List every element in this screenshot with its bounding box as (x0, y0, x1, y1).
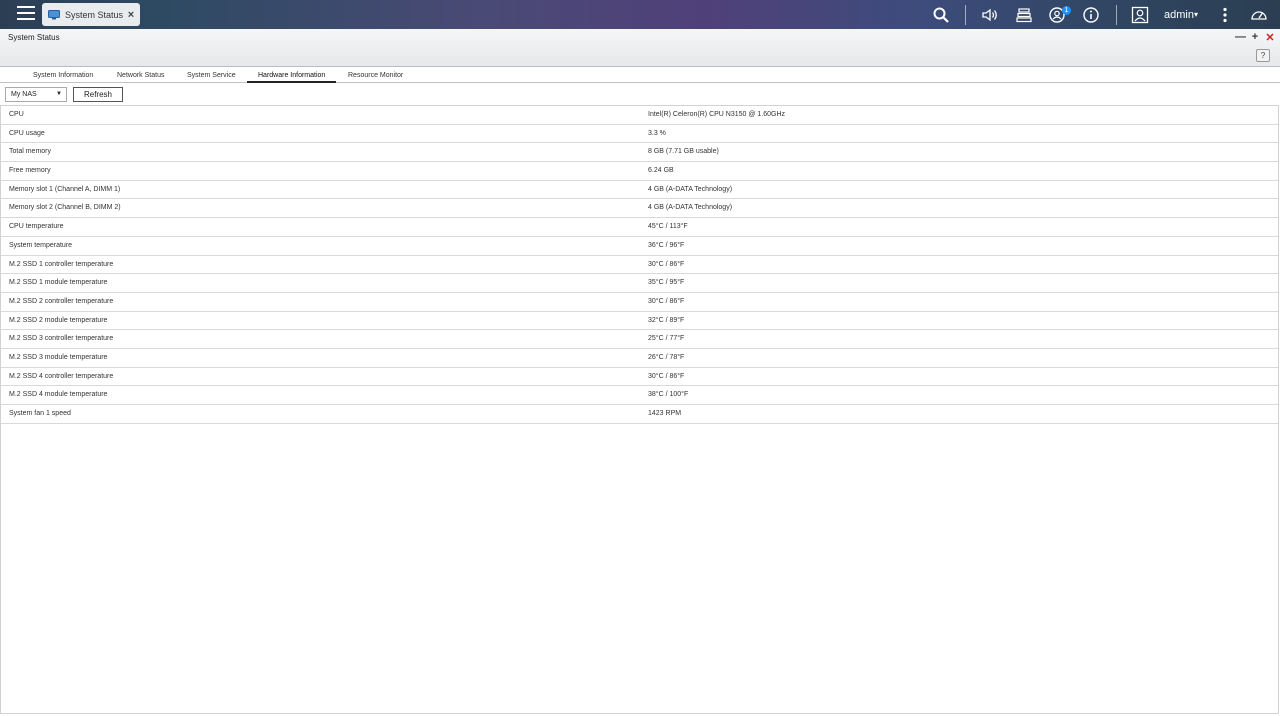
row-label: M.2 SSD 1 controller temperature (9, 260, 114, 268)
user-name[interactable]: admin (1164, 9, 1194, 21)
table-row: System temperature 36°C / 96°F (1, 237, 1278, 256)
row-label: System fan 1 speed (9, 410, 71, 417)
row-value: Intel(R) Celeron(R) CPU N3150 @ 1.60GHz (648, 111, 786, 118)
row-label: System temperature (9, 241, 73, 249)
app-tab-system-status[interactable]: System Status × (42, 3, 140, 26)
top-bar: System Status × 1 admin ▾ (0, 0, 1280, 29)
table-row: CPU usage 3.3 % (1, 125, 1278, 144)
row-label: M.2 SSD 3 module temperature (9, 353, 108, 361)
app-tab-close-button[interactable]: × (125, 9, 137, 21)
help-button[interactable]: ? (1256, 49, 1270, 62)
row-value: 30°C / 86°F (648, 372, 685, 380)
row-label: Free memory (9, 167, 51, 175)
minimize-button[interactable]: — (1235, 31, 1246, 43)
table-row: Memory slot 1 (Channel A, DIMM 1) 4 GB (A… (1, 181, 1278, 200)
row-label: CPU (9, 111, 24, 118)
maximize-button[interactable]: + (1250, 31, 1260, 43)
window-title-bar: System Status — + ✕ ? (0, 29, 1280, 67)
row-value: 4 GB (A-DATA Technology) (648, 185, 733, 193)
main-menu-button[interactable] (17, 6, 35, 22)
user-menu-caret-icon[interactable]: ▾ (1194, 10, 1198, 19)
monitor-icon (48, 9, 60, 19)
row-label: M.2 SSD 1 module temperature (9, 279, 108, 287)
nas-select-dropdown[interactable]: My NAS ▼ (5, 87, 67, 102)
row-label: Memory slot 1 (Channel A, DIMM 1) (9, 185, 121, 193)
table-row: M.2 SSD 2 module temperature 32°C / 89°F (1, 312, 1278, 331)
row-value: 3.3 % (648, 129, 666, 137)
row-label: Memory slot 2 (Channel B, DIMM 2) (9, 204, 121, 212)
close-window-button[interactable]: ✕ (1265, 31, 1275, 44)
row-value: 30°C / 86°F (648, 297, 685, 305)
row-value: 25°C / 77°F (648, 335, 685, 343)
table-row: M.2 SSD 4 controller temperature 30°C / 8… (1, 368, 1278, 387)
row-value: 8 GB (7.71 GB usable) (648, 148, 719, 156)
chevron-down-icon: ▼ (56, 91, 62, 97)
table-row: CPU Intel(R) Celeron(R) CPU N3150 @ 1.60G… (1, 106, 1278, 125)
toolbar-divider (965, 5, 966, 25)
row-label: M.2 SSD 4 controller temperature (9, 372, 114, 380)
row-value: 35°C / 95°F (648, 279, 685, 287)
row-value: 32°C / 89°F (648, 316, 685, 324)
table-row: Free memory 6.24 GB (1, 162, 1278, 181)
row-value: 1423 RPM (648, 410, 682, 417)
table-row: M.2 SSD 1 module temperature 35°C / 95°F (1, 274, 1278, 293)
speaker-icon[interactable] (980, 5, 1000, 25)
table-row: M.2 SSD 2 controller temperature 30°C / 8… (1, 293, 1278, 312)
tab-network-status[interactable]: Network Status (106, 72, 175, 83)
row-label: M.2 SSD 4 module temperature (9, 391, 108, 399)
table-row: Memory slot 2 (Channel B, DIMM 2) 4 GB (A… (1, 199, 1278, 219)
row-value: 30°C / 86°F (648, 260, 685, 268)
tab-system-information[interactable]: System Information (22, 72, 104, 83)
table-row: M.2 SSD 1 controller temperature 30°C / 8… (1, 256, 1278, 275)
app-tab-label: System Status (65, 9, 124, 20)
window-title: System Status (8, 33, 60, 42)
table-row: Total memory 8 GB (7.71 GB usable) (1, 143, 1278, 163)
table-row: CPU temperature 45°C / 113°F (1, 218, 1278, 237)
row-label: CPU temperature (9, 223, 64, 231)
user-avatar-icon[interactable] (1130, 5, 1150, 25)
row-value: 45°C / 113°F (648, 223, 688, 231)
tab-resource-monitor[interactable]: Resource Monitor (337, 72, 414, 83)
row-label: Total memory (9, 148, 52, 156)
dashboard-gauge-icon[interactable] (1249, 5, 1269, 25)
row-value: 38°C / 100°F (648, 391, 689, 399)
nas-select-value: My NAS (11, 91, 37, 98)
notification-badge: 1 (1062, 6, 1071, 15)
row-value: 4 GB (A-DATA Technology) (648, 204, 733, 212)
task-stack-icon[interactable] (1014, 5, 1034, 25)
table-row: System fan 1 speed 1423 RPM (1, 405, 1278, 424)
table-row: M.2 SSD 3 module temperature 26°C / 78°F (1, 349, 1278, 368)
row-value: 6.24 GB (648, 167, 674, 175)
row-label: M.2 SSD 2 controller temperature (9, 297, 114, 305)
info-icon[interactable] (1081, 5, 1101, 25)
toolbar-divider (1116, 5, 1117, 25)
row-label: M.2 SSD 2 module temperature (9, 316, 108, 324)
row-label: M.2 SSD 3 controller temperature (9, 335, 114, 343)
tab-hardware-information[interactable]: Hardware Information (247, 72, 337, 83)
tab-bar: System Information Network Status System… (0, 68, 1280, 83)
search-icon[interactable] (931, 5, 951, 25)
row-value: 26°C / 78°F (648, 353, 685, 361)
table-row: M.2 SSD 4 module temperature 38°C / 100°F (1, 386, 1278, 405)
hardware-info-table: CPU Intel(R) Celeron(R) CPU N3150 @ 1.60G… (0, 105, 1279, 714)
row-label: CPU usage (9, 129, 45, 137)
row-value: 36°C / 96°F (648, 241, 685, 249)
table-row: M.2 SSD 3 controller temperature 25°C / 7… (1, 330, 1278, 349)
tab-system-service[interactable]: System Service (176, 72, 247, 83)
more-options-icon[interactable] (1215, 5, 1235, 25)
refresh-button[interactable]: Refresh (73, 87, 123, 102)
